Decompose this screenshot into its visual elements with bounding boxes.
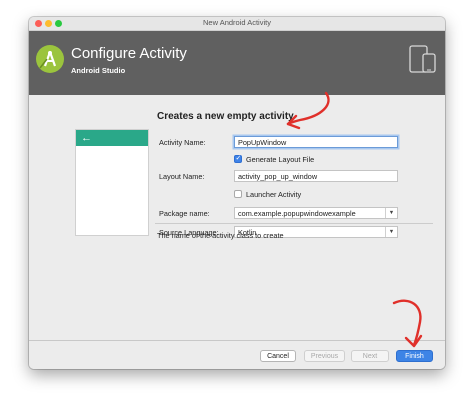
form-heading: Creates a new empty activity (157, 111, 294, 122)
next-button[interactable]: Next (351, 350, 389, 362)
finish-button[interactable]: Finish (396, 350, 433, 362)
package-name-combobox[interactable]: com.example.popupwindowexample ▼ (234, 207, 398, 219)
activity-name-label: Activity Name: (159, 138, 206, 147)
wizard-body: ← Creates a new empty activity Activity … (29, 95, 445, 339)
hint-divider (155, 223, 433, 224)
layout-name-label: Layout Name: (159, 172, 205, 181)
checkmark-icon: ✓ (235, 155, 242, 162)
package-name-label: Package name: (159, 209, 210, 218)
header-subtitle: Android Studio (71, 66, 126, 75)
header-title: Configure Activity (71, 45, 187, 62)
chevron-down-icon[interactable]: ▼ (385, 227, 397, 237)
button-bar: Cancel Previous Next Finish (29, 340, 445, 369)
generate-layout-checkbox[interactable]: ✓ (234, 155, 242, 163)
launcher-activity-label: Launcher Activity (246, 190, 302, 199)
previous-button[interactable]: Previous (304, 350, 345, 362)
package-name-value: com.example.popupwindowexample (238, 209, 356, 218)
preview-app-bar: ← (76, 130, 148, 146)
activity-preview: ← (75, 129, 149, 236)
header-banner: Configure Activity Android Studio (29, 31, 445, 95)
chevron-down-icon[interactable]: ▼ (385, 208, 397, 218)
generate-layout-label: Generate Layout File (246, 155, 315, 164)
layout-name-input[interactable]: activity_pop_up_window (234, 170, 398, 182)
field-hint: The name of the activity class to create (157, 231, 284, 240)
launcher-activity-checkbox[interactable] (234, 190, 242, 198)
device-form-factor-icon (409, 45, 436, 73)
activity-name-input[interactable]: PopUpWindow (234, 136, 398, 148)
window-title: New Android Activity (203, 18, 271, 27)
android-studio-logo-icon (36, 45, 64, 73)
title-bar: New Android Activity (29, 17, 445, 31)
back-arrow-icon: ← (81, 132, 92, 144)
dialog-window: New Android Activity Configure Activity … (29, 17, 445, 369)
cancel-button[interactable]: Cancel (260, 350, 296, 362)
